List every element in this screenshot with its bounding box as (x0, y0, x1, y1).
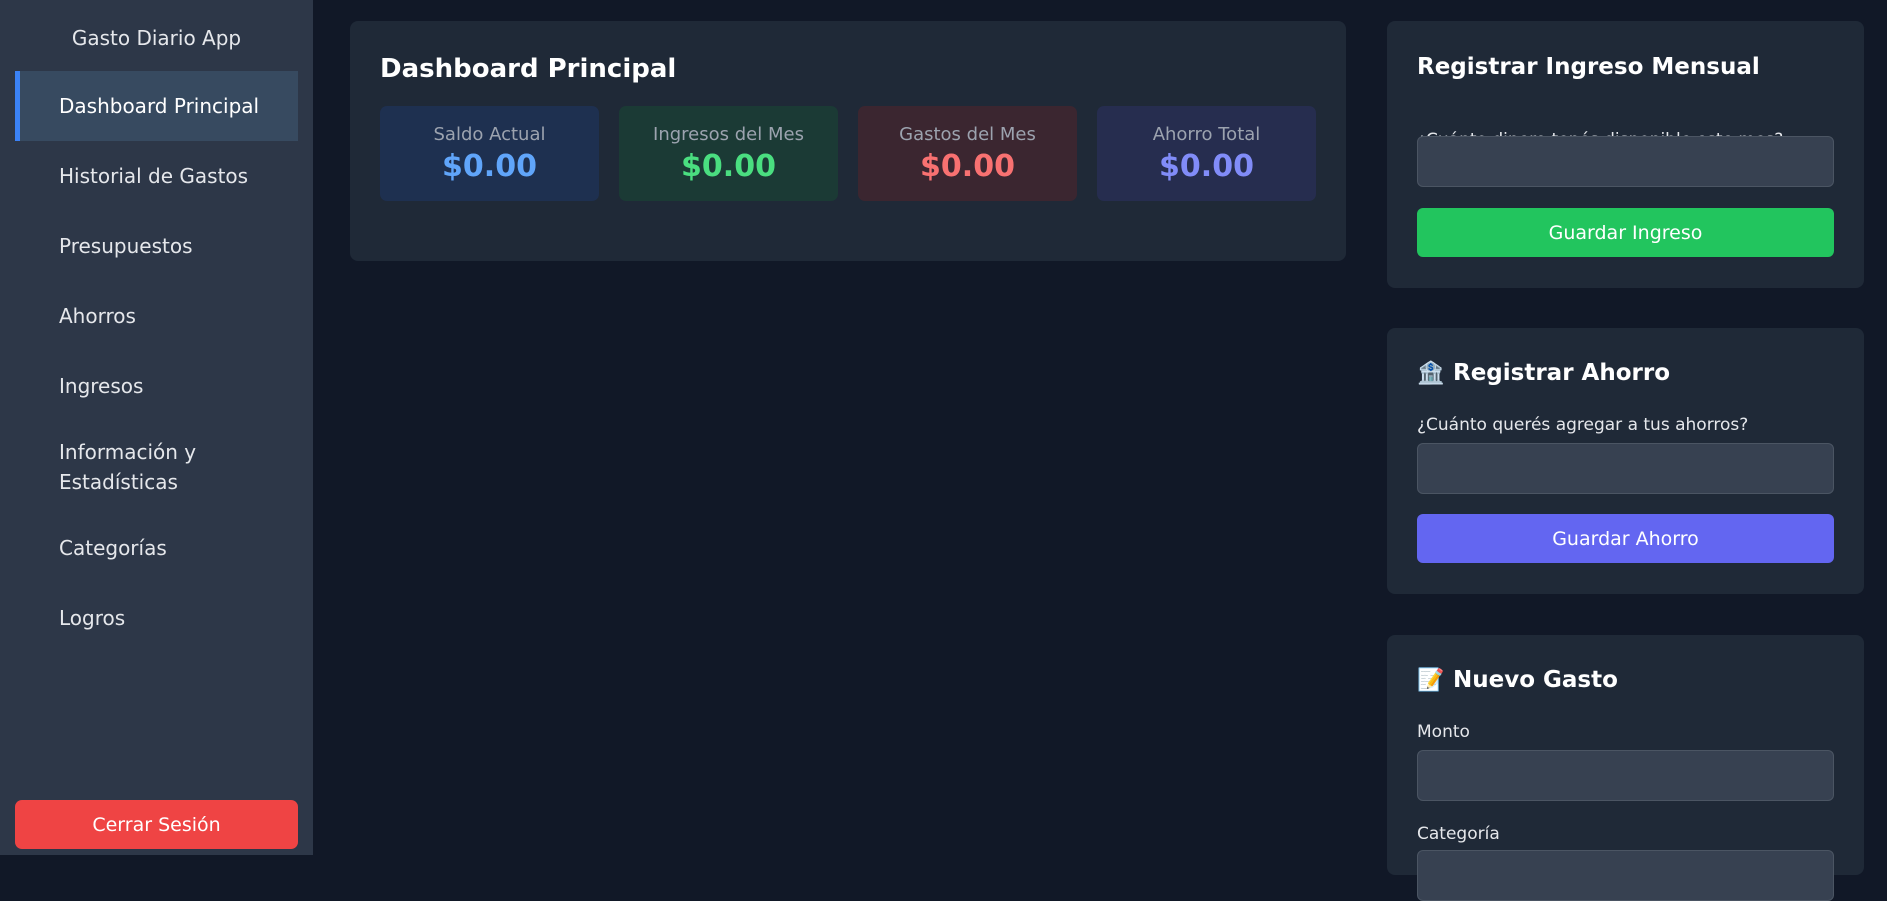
stat-value: $0.00 (920, 149, 1015, 184)
expense-panel: 📝 Nuevo Gasto Monto Categoría (1387, 635, 1864, 901)
amount-label: Monto (1417, 722, 1470, 742)
income-panel: Registrar Ingreso Mensual ¿Cuánto dinero… (1387, 21, 1864, 288)
stat-label: Ahorro Total (1152, 124, 1261, 145)
memo-icon: 📝 (1417, 667, 1445, 693)
expense-panel-title: 📝 Nuevo Gasto (1417, 667, 1618, 693)
stat-value: $0.00 (442, 149, 537, 184)
stat-card-expenses: Gastos del Mes $0.00 (858, 106, 1077, 201)
sidebar: Gasto Diario App Dashboard Principal His… (0, 0, 313, 855)
sidebar-item-stats-label: Información y Estadísticas (59, 440, 197, 494)
savings-panel: 🏦 Registrar Ahorro ¿Cuánto querés agrega… (1387, 328, 1864, 594)
sidebar-item-savings[interactable]: Ahorros (15, 281, 298, 351)
app-title: Gasto Diario App (71, 26, 242, 50)
category-label: Categoría (1417, 824, 1500, 844)
sidebar-item-expense-history[interactable]: Historial de Gastos (15, 141, 298, 211)
stat-card-balance: Saldo Actual $0.00 (380, 106, 599, 201)
dashboard-card: Dashboard Principal Saldo Actual $0.00 I… (350, 21, 1346, 261)
save-income-button[interactable]: Guardar Ingreso (1417, 208, 1834, 257)
stat-value: $0.00 (1159, 149, 1254, 184)
income-amount-input[interactable] (1417, 136, 1834, 187)
save-savings-button[interactable]: Guardar Ahorro (1417, 514, 1834, 563)
page-title: Dashboard Principal (380, 54, 677, 84)
sidebar-nav: Dashboard Principal Historial de Gastos … (15, 71, 298, 653)
sidebar-item-budgets[interactable]: Presupuestos (15, 211, 298, 281)
stat-card-income: Ingresos del Mes $0.00 (619, 106, 838, 201)
logout-button[interactable]: Cerrar Sesión (15, 800, 298, 849)
stat-value: $0.00 (681, 149, 776, 184)
stat-label: Ingresos del Mes (653, 124, 804, 145)
sidebar-item-categories[interactable]: Categorías (15, 513, 298, 583)
savings-panel-title-text: Registrar Ahorro (1453, 360, 1671, 386)
expense-amount-input[interactable] (1417, 750, 1834, 801)
expense-panel-title-text: Nuevo Gasto (1453, 667, 1618, 693)
stat-label: Saldo Actual (433, 124, 546, 145)
savings-question-label: ¿Cuánto querés agregar a tus ahorros? (1417, 415, 1749, 435)
stat-label: Gastos del Mes (899, 124, 1036, 145)
sidebar-item-income[interactable]: Ingresos (15, 351, 298, 421)
bank-icon: 🏦 (1417, 360, 1445, 386)
stat-card-savings: Ahorro Total $0.00 (1097, 106, 1316, 201)
sidebar-item-dashboard[interactable]: Dashboard Principal (15, 71, 298, 141)
sidebar-item-achievements[interactable]: Logros (15, 583, 298, 653)
category-select[interactable] (1417, 850, 1834, 901)
income-panel-title: Registrar Ingreso Mensual (1417, 54, 1760, 80)
savings-amount-input[interactable] (1417, 443, 1834, 494)
savings-panel-title: 🏦 Registrar Ahorro (1417, 360, 1670, 386)
sidebar-item-stats[interactable]: Información y Estadísticas (15, 421, 298, 513)
